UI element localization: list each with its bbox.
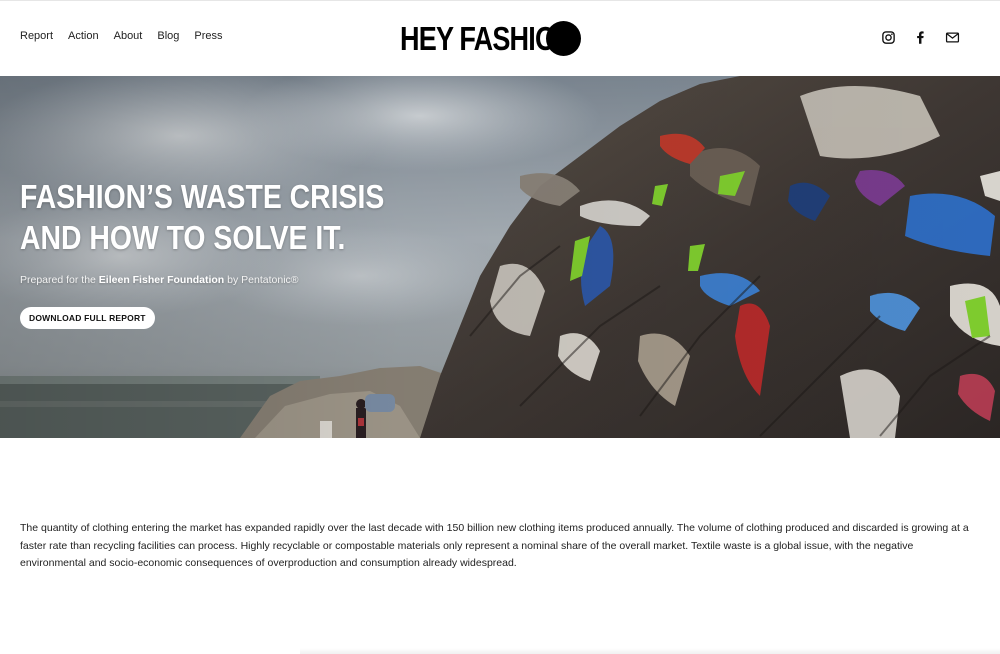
hero-title-line-1: FASHION’S WASTE CRISIS (20, 178, 385, 215)
hero-subtitle: Prepared for the Eileen Fisher Foundatio… (20, 274, 299, 286)
bottom-divider-shadow (300, 648, 1000, 654)
hero-section: FASHION’S WASTE CRISIS AND HOW TO SOLVE … (0, 76, 1000, 438)
nav-link-about[interactable]: About (114, 30, 143, 42)
hero-subtitle-prefix: Prepared for the (20, 274, 99, 286)
hero-subtitle-suffix: by Pentatonic® (224, 274, 299, 286)
site-logo[interactable]: HEY FASHION (400, 20, 581, 58)
email-icon[interactable] (945, 30, 960, 45)
nav-link-report[interactable]: Report (20, 30, 53, 42)
nav-link-action[interactable]: Action (68, 30, 99, 42)
intro-paragraph: The quantity of clothing entering the ma… (20, 522, 969, 569)
social-links (881, 30, 960, 45)
hero-subtitle-org: Eileen Fisher Foundation (98, 274, 225, 286)
main-nav: Report Action About Blog Press (20, 30, 223, 42)
hero-title-line-2: AND HOW TO SOLVE IT. (20, 219, 346, 256)
logo-text: HEY FASHION (400, 20, 575, 57)
site-header: Report Action About Blog Press HEY FASHI… (0, 0, 1000, 76)
logo-dot (546, 21, 581, 56)
download-report-button[interactable]: DOWNLOAD FULL REPORT (20, 307, 155, 329)
hero-title: FASHION’S WASTE CRISIS AND HOW TO SOLVE … (20, 176, 385, 258)
instagram-icon[interactable] (881, 30, 896, 45)
nav-link-press[interactable]: Press (194, 30, 222, 42)
facebook-icon[interactable] (913, 30, 928, 45)
nav-link-blog[interactable]: Blog (157, 30, 179, 42)
